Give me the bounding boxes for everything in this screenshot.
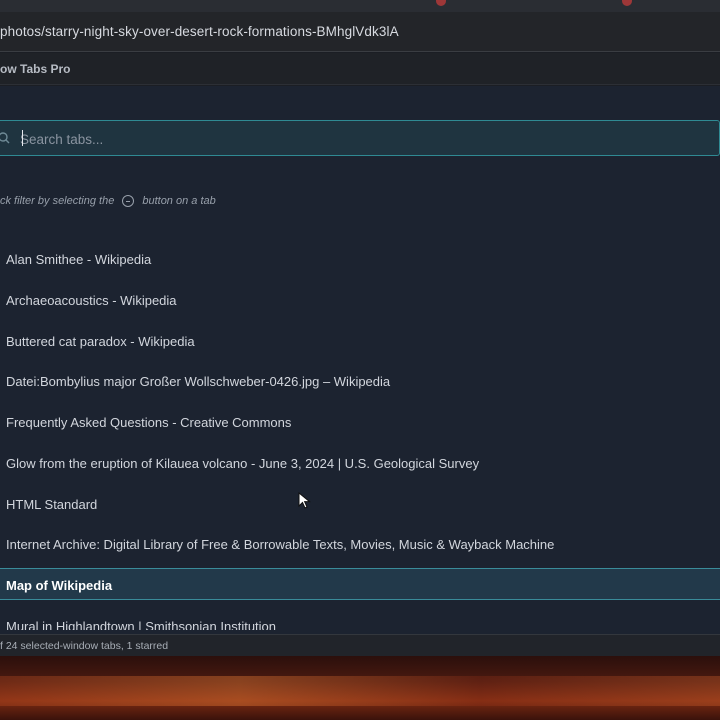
- hint-text-before: ck filter by selecting the: [0, 195, 115, 207]
- tab-title: Archaeoacoustics - Wikipedia: [6, 293, 177, 308]
- url-text[interactable]: photos/starry-night-sky-over-desert-rock…: [0, 24, 399, 39]
- tab-title: Alan Smithee - Wikipedia: [6, 252, 152, 267]
- search-box[interactable]: [0, 120, 720, 156]
- extension-header: ow Tabs Pro: [0, 53, 720, 85]
- status-bar: f 24 selected-window tabs, 1 starred: [0, 634, 720, 656]
- tab-title: Glow from the eruption of Kilauea volcan…: [6, 456, 480, 471]
- tab-indicator: [622, 0, 632, 6]
- tab-title: HTML Standard: [6, 497, 98, 512]
- text-caret: [22, 130, 23, 146]
- tab-row[interactable]: Datei:Bombylius major Großer Wollschwebe…: [0, 365, 720, 397]
- tab-row[interactable]: Glow from the eruption of Kilauea volcan…: [0, 447, 720, 479]
- tab-list: Alan Smithee - Wikipedia Archaeoacoustic…: [0, 240, 720, 630]
- tab-row[interactable]: Internet Archive: Digital Library of Fre…: [0, 528, 720, 560]
- tab-title: Frequently Asked Questions - Creative Co…: [6, 415, 292, 430]
- tab-row[interactable]: Buttered cat paradox - Wikipedia: [0, 325, 720, 357]
- filter-hint: ck filter by selecting the button on a t…: [0, 195, 216, 207]
- status-text: f 24 selected-window tabs, 1 starred: [0, 640, 169, 652]
- tab-row[interactable]: Mural in Highlandtown | Smithsonian Inst…: [0, 610, 720, 630]
- tab-title: Buttered cat paradox - Wikipedia: [6, 334, 195, 349]
- browser-tab-strip: [0, 0, 720, 12]
- hint-text-after: button on a tab: [142, 195, 216, 207]
- filter-icon: [122, 195, 135, 207]
- search-icon: [0, 132, 10, 144]
- address-bar[interactable]: photos/starry-night-sky-over-desert-rock…: [0, 12, 720, 52]
- mouse-cursor-icon: [298, 492, 311, 509]
- tab-row[interactable]: Frequently Asked Questions - Creative Co…: [0, 406, 720, 438]
- tab-row[interactable]: Alan Smithee - Wikipedia: [0, 243, 720, 275]
- search-input[interactable]: [20, 128, 710, 150]
- extension-title: ow Tabs Pro: [0, 62, 71, 76]
- tab-title: Map of Wikipedia: [6, 578, 113, 593]
- tab-row-selected[interactable]: Map of Wikipedia: [0, 568, 720, 600]
- tab-row[interactable]: Archaeoacoustics - Wikipedia: [0, 284, 720, 316]
- tab-title: Datei:Bombylius major Großer Wollschwebe…: [6, 374, 391, 389]
- tab-indicator: [436, 0, 446, 6]
- tab-row[interactable]: HTML Standard: [0, 488, 720, 520]
- desktop-wallpaper: [0, 656, 720, 720]
- tab-title: Mural in Highlandtown | Smithsonian Inst…: [6, 619, 277, 630]
- tab-title: Internet Archive: Digital Library of Fre…: [6, 537, 555, 552]
